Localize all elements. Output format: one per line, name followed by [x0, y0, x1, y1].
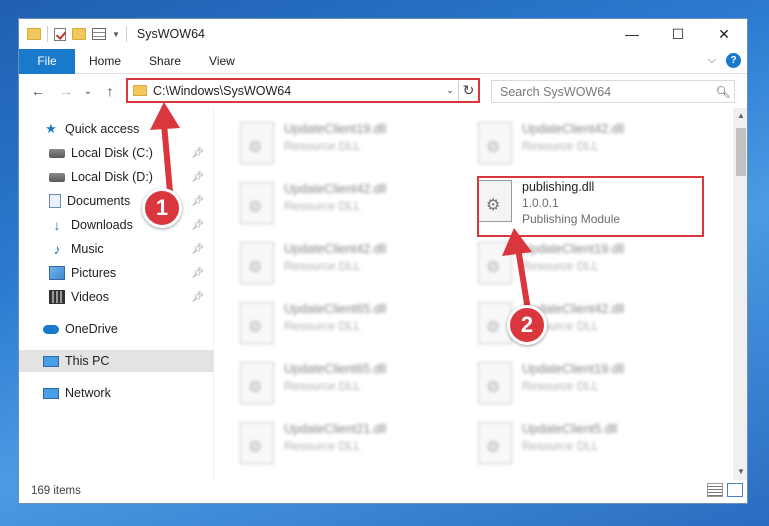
annotation-arrows	[150, 102, 532, 311]
step-1-badge: 1	[142, 188, 182, 228]
arrow-step-1	[150, 102, 180, 193]
step-2-badge: 2	[507, 305, 547, 345]
arrow-step-2	[502, 228, 532, 311]
